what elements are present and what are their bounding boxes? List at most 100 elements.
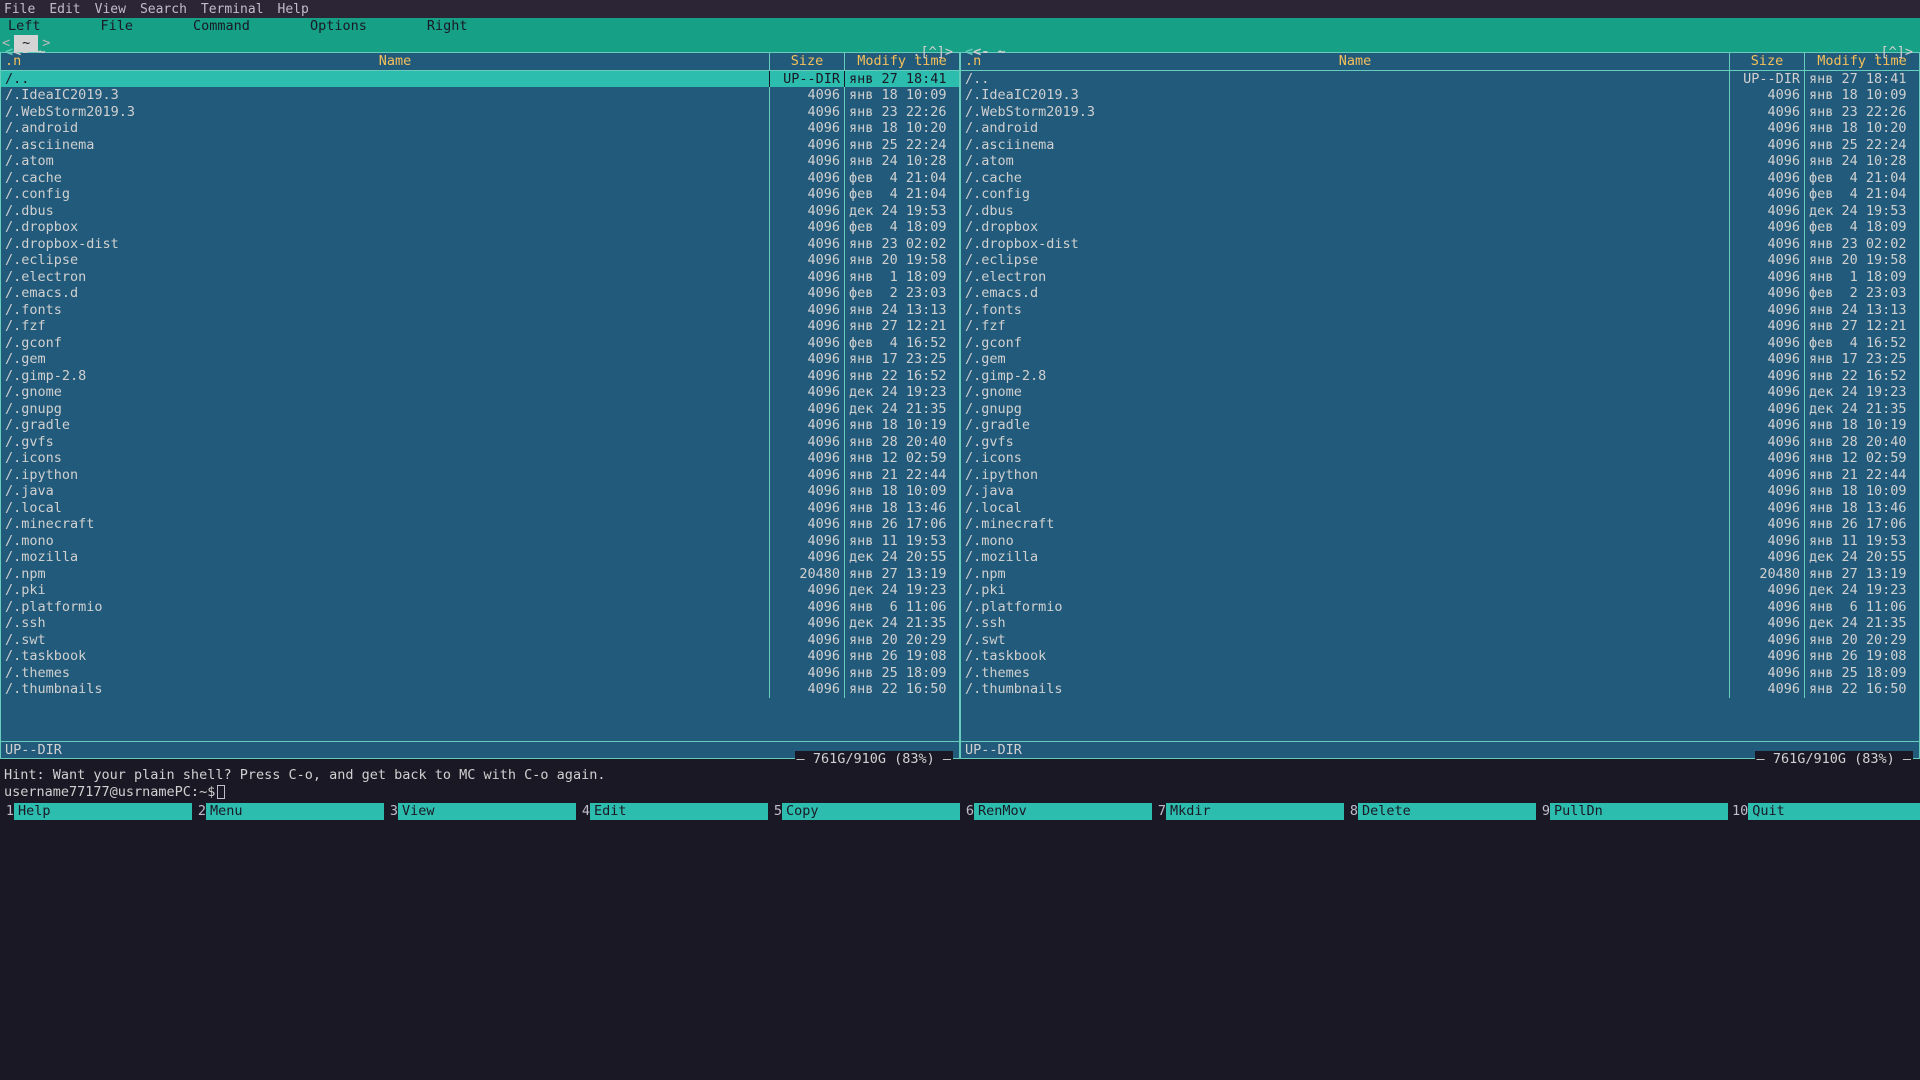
fkey-menu[interactable]: 2Menu <box>192 803 384 820</box>
col-header-size[interactable]: Size <box>769 53 844 70</box>
file-row[interactable]: /.gem4096янв 17 23:25 <box>961 351 1919 368</box>
menu-search[interactable]: Search <box>140 2 187 16</box>
file-row[interactable]: /.eclipse4096янв 20 19:58 <box>961 252 1919 269</box>
file-row[interactable]: /.thumbnails4096янв 22 16:50 <box>1 681 959 698</box>
file-row[interactable]: /.emacs.d4096фев 2 23:03 <box>961 285 1919 302</box>
file-row[interactable]: /.mono4096янв 11 19:53 <box>961 533 1919 550</box>
file-row[interactable]: /.gvfs4096янв 28 20:40 <box>961 434 1919 451</box>
file-row[interactable]: /.mozilla4096дек 24 20:55 <box>961 549 1919 566</box>
file-row[interactable]: /.gconf4096фев 4 16:52 <box>1 335 959 352</box>
col-header-name[interactable]: Name <box>21 53 769 70</box>
file-row[interactable]: /.taskbook4096янв 26 19:08 <box>1 648 959 665</box>
file-row[interactable]: /.npm20480янв 27 13:19 <box>1 566 959 583</box>
file-row[interactable]: /.gem4096янв 17 23:25 <box>1 351 959 368</box>
right-panel-body[interactable]: /..UP--DIRянв 27 18:41/.IdeaIC2019.34096… <box>961 71 1919 741</box>
file-row[interactable]: /.platformio4096янв 6 11:06 <box>1 599 959 616</box>
file-row[interactable]: /.thumbnails4096янв 22 16:50 <box>961 681 1919 698</box>
file-row[interactable]: /.npm20480янв 27 13:19 <box>961 566 1919 583</box>
file-row[interactable]: /.electron4096янв 1 18:09 <box>961 269 1919 286</box>
file-row[interactable]: /.dbus4096дек 24 19:53 <box>1 203 959 220</box>
file-row[interactable]: /.java4096янв 18 10:09 <box>1 483 959 500</box>
file-row[interactable]: /.mozilla4096дек 24 20:55 <box>1 549 959 566</box>
file-row[interactable]: /.gconf4096фев 4 16:52 <box>961 335 1919 352</box>
file-row[interactable]: /.config4096фев 4 21:04 <box>1 186 959 203</box>
file-row[interactable]: /.dropbox-dist4096янв 23 02:02 <box>961 236 1919 253</box>
file-row[interactable]: /.fzf4096янв 27 12:21 <box>1 318 959 335</box>
file-row[interactable]: /.gnupg4096дек 24 21:35 <box>1 401 959 418</box>
file-row[interactable]: /.ssh4096дек 24 21:35 <box>961 615 1919 632</box>
file-row[interactable]: /.asciinema4096янв 25 22:24 <box>961 137 1919 154</box>
file-row[interactable]: /.electron4096янв 1 18:09 <box>1 269 959 286</box>
left-panel[interactable]: <<- ~ .[^]> .n Name Size Modify time /..… <box>0 52 960 759</box>
mc-menu-file[interactable]: File <box>101 18 134 35</box>
file-row[interactable]: /.eclipse4096янв 20 19:58 <box>1 252 959 269</box>
file-row[interactable]: /..UP--DIRянв 27 18:41 <box>961 71 1919 88</box>
file-row[interactable]: /.local4096янв 18 13:46 <box>961 500 1919 517</box>
fkey-copy[interactable]: 5Copy <box>768 803 960 820</box>
file-row[interactable]: /.android4096янв 18 10:20 <box>961 120 1919 137</box>
left-panel-caret-icon[interactable]: .[^]> <box>912 44 953 61</box>
file-row[interactable]: /.config4096фев 4 21:04 <box>961 186 1919 203</box>
file-row[interactable]: /.taskbook4096янв 26 19:08 <box>961 648 1919 665</box>
file-row[interactable]: /.cache4096фев 4 21:04 <box>961 170 1919 187</box>
file-row[interactable]: /.WebStorm2019.34096янв 23 22:26 <box>961 104 1919 121</box>
left-panel-body[interactable]: /..UP--DIRянв 27 18:41/.IdeaIC2019.34096… <box>1 71 959 741</box>
fkey-renmov[interactable]: 6RenMov <box>960 803 1152 820</box>
file-row[interactable]: /.pki4096дек 24 19:23 <box>1 582 959 599</box>
file-row[interactable]: /.atom4096янв 24 10:28 <box>1 153 959 170</box>
mc-menu-right[interactable]: Right <box>427 18 468 35</box>
file-row[interactable]: /.swt4096янв 20 20:29 <box>1 632 959 649</box>
file-row[interactable]: /.fonts4096янв 24 13:13 <box>961 302 1919 319</box>
file-row[interactable]: /.IdeaIC2019.34096янв 18 10:09 <box>1 87 959 104</box>
file-row[interactable]: /.WebStorm2019.34096янв 23 22:26 <box>1 104 959 121</box>
file-row[interactable]: /.platformio4096янв 6 11:06 <box>961 599 1919 616</box>
mc-menu-left[interactable]: Left <box>8 18 41 35</box>
file-row[interactable]: /.icons4096янв 12 02:59 <box>961 450 1919 467</box>
menu-edit[interactable]: Edit <box>49 2 80 16</box>
file-row[interactable]: /.minecraft4096янв 26 17:06 <box>1 516 959 533</box>
file-row[interactable]: /.gnome4096дек 24 19:23 <box>961 384 1919 401</box>
fkey-pulldn[interactable]: 9PullDn <box>1536 803 1728 820</box>
shell-prompt[interactable]: username77177@usrnamePC:~$ <box>0 784 1920 801</box>
fkey-delete[interactable]: 8Delete <box>1344 803 1536 820</box>
right-panel[interactable]: <<- ~ .[^]> .n Name Size Modify time /..… <box>960 52 1920 759</box>
file-row[interactable]: /.minecraft4096янв 26 17:06 <box>961 516 1919 533</box>
file-row[interactable]: /.gimp-2.84096янв 22 16:52 <box>961 368 1919 385</box>
file-row[interactable]: /.themes4096янв 25 18:09 <box>1 665 959 682</box>
file-row[interactable]: /.icons4096янв 12 02:59 <box>1 450 959 467</box>
right-panel-caret-icon[interactable]: .[^]> <box>1872 44 1913 61</box>
file-row[interactable]: /.fzf4096янв 27 12:21 <box>961 318 1919 335</box>
mc-menu-command[interactable]: Command <box>193 18 250 35</box>
file-row[interactable]: /.mono4096янв 11 19:53 <box>1 533 959 550</box>
file-row[interactable]: /.ipython4096янв 21 22:44 <box>961 467 1919 484</box>
col-header-size[interactable]: Size <box>1729 53 1804 70</box>
fkey-view[interactable]: 3View <box>384 803 576 820</box>
file-row[interactable]: /.java4096янв 18 10:09 <box>961 483 1919 500</box>
file-row[interactable]: /.gvfs4096янв 28 20:40 <box>1 434 959 451</box>
file-row[interactable]: /.fonts4096янв 24 13:13 <box>1 302 959 319</box>
file-row[interactable]: /.dbus4096дек 24 19:53 <box>961 203 1919 220</box>
file-row[interactable]: /.IdeaIC2019.34096янв 18 10:09 <box>961 87 1919 104</box>
file-row[interactable]: /.themes4096янв 25 18:09 <box>961 665 1919 682</box>
file-row[interactable]: /.gnupg4096дек 24 21:35 <box>961 401 1919 418</box>
file-row[interactable]: /.gimp-2.84096янв 22 16:52 <box>1 368 959 385</box>
file-row[interactable]: /.asciinema4096янв 25 22:24 <box>1 137 959 154</box>
file-row[interactable]: /.android4096янв 18 10:20 <box>1 120 959 137</box>
fkey-mkdir[interactable]: 7Mkdir <box>1152 803 1344 820</box>
file-row[interactable]: /.dropbox-dist4096янв 23 02:02 <box>1 236 959 253</box>
menu-help[interactable]: Help <box>278 2 309 16</box>
col-header-name[interactable]: Name <box>981 53 1729 70</box>
fkey-quit[interactable]: 10Quit <box>1728 803 1920 820</box>
file-row[interactable]: /.atom4096янв 24 10:28 <box>961 153 1919 170</box>
file-row[interactable]: /.ipython4096янв 21 22:44 <box>1 467 959 484</box>
menu-terminal[interactable]: Terminal <box>201 2 264 16</box>
fkey-edit[interactable]: 4Edit <box>576 803 768 820</box>
file-row[interactable]: /.dropbox4096фев 4 18:09 <box>961 219 1919 236</box>
file-row[interactable]: /.cache4096фев 4 21:04 <box>1 170 959 187</box>
file-row[interactable]: /.swt4096янв 20 20:29 <box>961 632 1919 649</box>
file-row[interactable]: /.gradle4096янв 18 10:19 <box>1 417 959 434</box>
menu-view[interactable]: View <box>95 2 126 16</box>
file-row[interactable]: /.gradle4096янв 18 10:19 <box>961 417 1919 434</box>
file-row[interactable]: /.pki4096дек 24 19:23 <box>961 582 1919 599</box>
file-row[interactable]: /.local4096янв 18 13:46 <box>1 500 959 517</box>
